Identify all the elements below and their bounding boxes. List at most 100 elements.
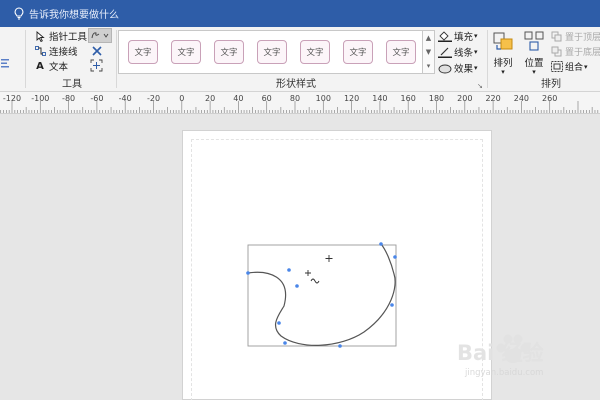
ribbon: 指针工具 连接线 A 文本 工具 文字 文字 文字 文字 文字 文字 文字 ▲ … bbox=[0, 27, 600, 92]
move-cursor-icon bbox=[305, 270, 311, 276]
selection-handle[interactable] bbox=[393, 255, 397, 259]
bring-front-icon bbox=[551, 31, 563, 42]
selection-handle[interactable] bbox=[379, 242, 383, 246]
pointer-tool-button[interactable]: 指针工具 bbox=[34, 29, 87, 43]
selection-handle[interactable] bbox=[287, 268, 291, 272]
line-label: 线条 bbox=[454, 48, 474, 59]
shape-style-item[interactable]: 文字 bbox=[214, 40, 244, 64]
shape-styles-group-label: 形状样式 bbox=[276, 79, 316, 90]
pencil-cursor-icon bbox=[310, 278, 320, 284]
shape-style-gallery: 文字 文字 文字 文字 文字 文字 文字 bbox=[118, 30, 423, 74]
fill-label: 填充 bbox=[454, 32, 474, 43]
align-icon[interactable] bbox=[0, 57, 10, 69]
ruler-number: -40 bbox=[118, 94, 132, 103]
selection-handle[interactable] bbox=[390, 303, 394, 307]
text-tool-icon: A bbox=[36, 60, 44, 72]
chevron-down-icon: ▾ bbox=[501, 68, 505, 76]
connector-button[interactable]: 连接线 bbox=[34, 44, 78, 58]
chevron-down-icon: ▾ bbox=[474, 32, 478, 40]
line-button[interactable]: 线条 ▾ bbox=[438, 45, 478, 59]
effects-label: 效果 bbox=[454, 64, 474, 75]
selection-handle[interactable] bbox=[283, 341, 287, 345]
ruler-number: 60 bbox=[261, 94, 272, 103]
selection-rectangle[interactable] bbox=[247, 244, 397, 347]
ribbon-separator bbox=[116, 30, 117, 88]
text-tool-label: 文本 bbox=[49, 62, 69, 73]
ruler-number: -60 bbox=[90, 94, 104, 103]
scroll-up-icon[interactable]: ▲ bbox=[423, 31, 434, 45]
send-back-label: 置于底层 bbox=[565, 48, 600, 58]
connection-point-icon[interactable] bbox=[90, 59, 103, 72]
tools-group-label: 工具 bbox=[62, 79, 82, 90]
ruler-number: 220 bbox=[485, 94, 501, 103]
effects-icon bbox=[438, 62, 452, 74]
send-back-icon bbox=[551, 46, 563, 57]
drawing-canvas bbox=[0, 114, 600, 400]
selection-handles[interactable] bbox=[246, 242, 397, 348]
text-tool-button[interactable]: A 文本 bbox=[34, 59, 69, 74]
selection-handle[interactable] bbox=[295, 284, 299, 288]
more-styles-icon[interactable]: ▾ bbox=[423, 59, 434, 73]
bring-front-label: 置于顶层 bbox=[565, 33, 600, 43]
selection-handle[interactable] bbox=[246, 271, 250, 275]
effects-button[interactable]: 效果 ▾ bbox=[438, 61, 478, 75]
connector-label: 连接线 bbox=[49, 47, 78, 58]
selection-handle[interactable] bbox=[338, 344, 342, 348]
ribbon-separator bbox=[25, 30, 26, 88]
dialog-launcher-icon[interactable]: ↘ bbox=[477, 82, 483, 90]
bring-to-front-button[interactable]: 置于顶层 bbox=[551, 30, 600, 43]
shape-style-item[interactable]: 文字 bbox=[257, 40, 287, 64]
ruler-number: 260 bbox=[542, 94, 558, 103]
ruler-number: -20 bbox=[146, 94, 161, 103]
ruler-number: 200 bbox=[457, 94, 473, 103]
tell-me-search[interactable]: 告诉我你想要做什么 bbox=[29, 6, 119, 21]
ruler-number: 40 bbox=[233, 94, 244, 103]
chevron-down-icon: ▾ bbox=[474, 64, 478, 72]
fill-bucket-icon bbox=[438, 30, 452, 42]
send-to-back-button[interactable]: 置于底层 bbox=[551, 45, 600, 58]
ribbon-separator bbox=[487, 30, 488, 88]
style-gallery-scroll[interactable]: ▲ ▼ ▾ bbox=[423, 30, 435, 74]
group-icon bbox=[551, 61, 563, 72]
arrange-button[interactable]: 排列 ▾ bbox=[492, 30, 514, 76]
selection-handle[interactable] bbox=[277, 321, 281, 325]
shape-style-item[interactable]: 文字 bbox=[386, 40, 416, 64]
ruler-number: 180 bbox=[428, 94, 445, 103]
ruler-number: -80 bbox=[62, 94, 76, 103]
pointer-tool-label: 指针工具 bbox=[49, 32, 88, 43]
pointer-icon bbox=[34, 30, 46, 42]
ruler-number: 240 bbox=[513, 94, 530, 103]
chevron-down-icon: ▾ bbox=[584, 62, 588, 71]
shape-style-item[interactable]: 文字 bbox=[171, 40, 201, 64]
ruler-number: 160 bbox=[400, 94, 416, 103]
shape-style-item[interactable]: 文字 bbox=[128, 40, 158, 64]
ruler-number: 80 bbox=[289, 94, 301, 103]
freeform-curve[interactable] bbox=[247, 243, 396, 346]
ruler-number: 0 bbox=[179, 94, 185, 103]
ruler-number: 20 bbox=[205, 94, 216, 103]
chevron-down-icon: ▾ bbox=[474, 48, 478, 56]
shape-style-item[interactable]: 文字 bbox=[300, 40, 330, 64]
shape-style-item[interactable]: 文字 bbox=[343, 40, 373, 64]
lightbulb-icon bbox=[13, 7, 25, 21]
position-icon bbox=[524, 31, 544, 51]
crosshair-icon bbox=[325, 255, 333, 262]
ruler-number: 120 bbox=[343, 94, 360, 103]
arrange-label: 排列 bbox=[493, 58, 513, 69]
group-label: 组合 bbox=[565, 63, 584, 73]
arrange-group-label: 排列 bbox=[541, 79, 561, 90]
horizontal-ruler: -120 -100 -80 -60 -40 -20 0 20 40 60 80 100 120 140 16… bbox=[0, 92, 600, 114]
ruler-number: -120 bbox=[2, 94, 22, 103]
group-button[interactable]: 组合 ▾ bbox=[551, 60, 588, 73]
connector-icon bbox=[34, 46, 46, 56]
fill-button[interactable]: 填充 ▾ bbox=[438, 29, 478, 43]
position-button[interactable]: 位置 ▾ bbox=[521, 30, 547, 76]
position-label: 位置 bbox=[524, 58, 544, 69]
scroll-down-icon[interactable]: ▼ bbox=[423, 45, 434, 59]
delete-icon[interactable] bbox=[91, 45, 103, 57]
line-tool-dropdown[interactable] bbox=[88, 28, 112, 43]
title-bar: 告诉我你想要做什么 bbox=[0, 0, 600, 27]
line-pen-icon bbox=[438, 46, 452, 58]
ruler-number: -100 bbox=[31, 94, 50, 103]
ruler-number: 100 bbox=[315, 94, 331, 103]
